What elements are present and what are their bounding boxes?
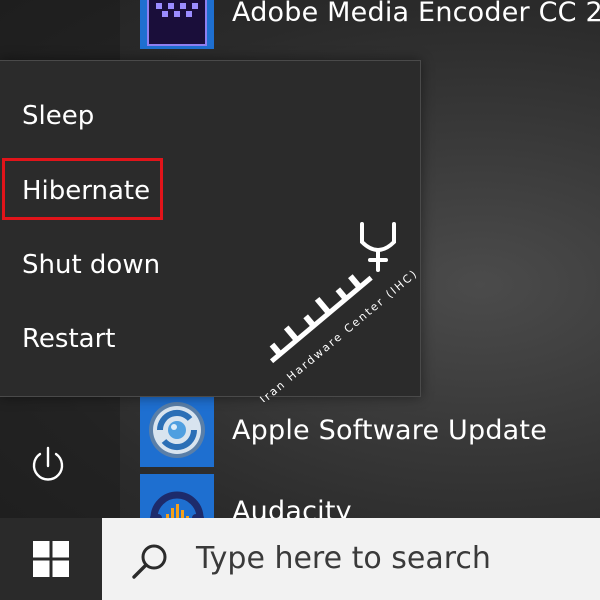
windows-logo-icon [33,541,69,577]
power-button[interactable] [22,440,74,492]
taskbar-search-box[interactable]: Type here to search [102,518,600,600]
app-label: Apple Software Update [232,414,548,446]
start-button[interactable] [0,518,102,600]
hibernate-highlight-box [2,158,163,220]
watermark-text: Iran Hardware Center (IHC) [258,267,420,402]
app-list-item-adobe-media-encoder[interactable]: Adobe Media Encoder CC 201 [140,0,600,49]
apple-software-update-icon [140,393,214,467]
ihc-watermark: Iran Hardware Center (IHC) [220,212,421,406]
search-input-placeholder: Type here to search [196,541,491,576]
app-label: Adobe Media Encoder CC 201 [232,0,600,28]
start-menu-screen: Adobe Media Encoder CC 201 Apple Softwar… [0,0,600,600]
ihc-logo-icon: Iran Hardware Center (IHC) [258,222,421,406]
search-icon [132,544,167,579]
menu-item-sleep[interactable]: Sleep [0,83,420,149]
taskbar: Type here to search [0,518,600,600]
app-list-item-apple-software-update[interactable]: Apple Software Update [140,393,547,467]
power-icon [32,446,64,481]
adobe-media-encoder-icon [140,0,214,49]
